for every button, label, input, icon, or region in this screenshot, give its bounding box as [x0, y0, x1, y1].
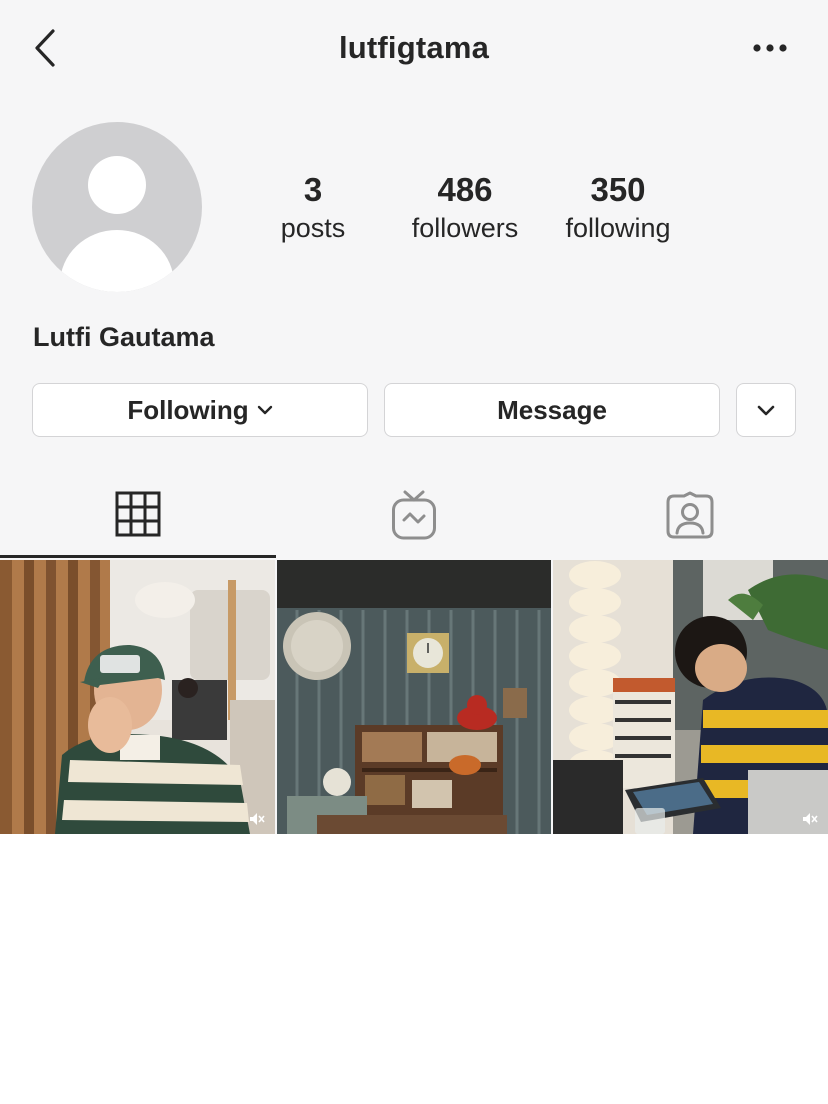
post-image — [277, 560, 551, 834]
chevron-down-icon — [757, 405, 775, 415]
tab-tagged[interactable] — [552, 472, 828, 558]
stat-followers[interactable]: 486 followers — [390, 170, 540, 246]
default-avatar-icon — [60, 156, 174, 292]
posts-grid — [0, 560, 828, 834]
stat-followers-count: 486 — [437, 171, 493, 208]
stat-following[interactable]: 350 following — [543, 170, 693, 246]
post-thumbnail[interactable] — [0, 560, 275, 834]
audio-muted-icon — [803, 813, 818, 825]
suggested-accounts-button[interactable] — [736, 383, 796, 437]
igtv-icon — [392, 490, 436, 540]
stat-following-count: 350 — [590, 171, 646, 208]
audio-muted-icon — [250, 813, 265, 825]
message-button-label: Message — [497, 394, 607, 425]
post-thumbnail[interactable] — [553, 560, 828, 834]
avatar[interactable] — [32, 122, 202, 292]
following-button[interactable]: Following — [32, 383, 368, 437]
message-button[interactable]: Message — [384, 383, 720, 437]
post-image — [0, 560, 275, 834]
grid-icon — [115, 491, 161, 536]
profile-tabs — [0, 472, 828, 558]
profile-username: lutfigtama — [338, 30, 490, 65]
tab-posts-grid[interactable] — [0, 472, 276, 558]
ellipsis-icon — [753, 44, 787, 52]
post-thumbnail[interactable] — [277, 560, 551, 834]
stat-posts-label: posts — [280, 213, 346, 243]
following-button-label: Following — [127, 394, 249, 425]
stat-posts-count: 3 — [303, 171, 323, 208]
tagged-user-icon — [666, 491, 714, 539]
profile-header: lutfigtama — [0, 0, 828, 96]
post-image — [553, 560, 828, 834]
tab-igtv[interactable] — [276, 472, 552, 558]
more-options-button[interactable] — [746, 30, 794, 66]
stat-posts[interactable]: 3 posts — [238, 170, 388, 246]
stat-followers-label: followers — [411, 213, 519, 243]
display-name: Lutfi Gautama — [33, 322, 215, 352]
chevron-down-icon — [257, 405, 273, 415]
stat-following-label: following — [565, 213, 671, 243]
